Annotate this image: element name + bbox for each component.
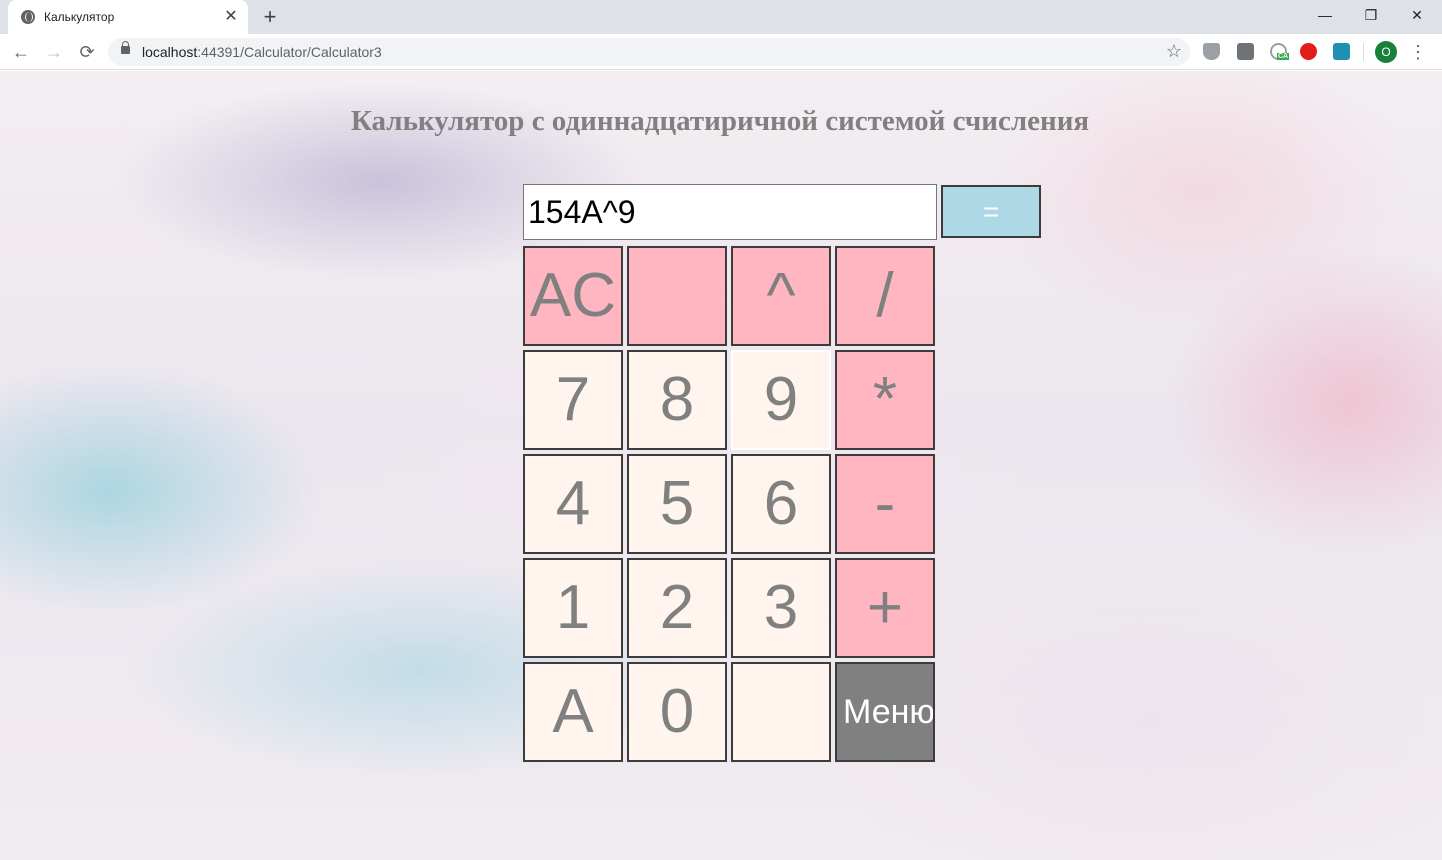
browser-tabbar: Калькулятор ✕ + — ❐ ✕: [0, 0, 1442, 34]
ca-extension-icon[interactable]: CA: [1270, 43, 1290, 60]
key-a[interactable]: A: [523, 662, 623, 762]
key-plus[interactable]: +: [835, 558, 935, 658]
teal-extension-icon[interactable]: [1333, 43, 1350, 60]
key-7[interactable]: 7: [523, 350, 623, 450]
key-6[interactable]: 6: [731, 454, 831, 554]
key-blank[interactable]: [627, 246, 727, 346]
toolbar-divider: [1363, 43, 1364, 61]
key-clear[interactable]: AC: [523, 246, 623, 346]
key-minus[interactable]: -: [835, 454, 935, 554]
forward-button[interactable]: →: [41, 39, 67, 65]
minimize-button[interactable]: —: [1302, 0, 1348, 30]
key-1[interactable]: 1: [523, 558, 623, 658]
calculator-display[interactable]: [523, 184, 937, 240]
page-title: Калькулятор с одиннадцатиричной системой…: [350, 105, 1090, 137]
key-0[interactable]: 0: [627, 662, 727, 762]
browser-menu-icon[interactable]: ⋮: [1408, 41, 1428, 63]
menu-button[interactable]: Меню: [835, 662, 935, 762]
globe-icon: [21, 10, 35, 24]
key-multiply[interactable]: *: [835, 350, 935, 450]
restore-button[interactable]: ❐: [1348, 0, 1394, 30]
bag-extension-icon[interactable]: [1237, 43, 1254, 60]
key-2[interactable]: 2: [627, 558, 727, 658]
browser-toolbar: ← → ⟳ localhost:44391/Calculator/Calcula…: [0, 34, 1442, 70]
shield-extension-icon[interactable]: [1203, 43, 1220, 60]
red-extension-icon[interactable]: [1300, 43, 1317, 60]
key-9[interactable]: 9: [731, 350, 831, 450]
address-bar[interactable]: localhost:44391/Calculator/Calculator3 ☆: [108, 38, 1190, 66]
key-5[interactable]: 5: [627, 454, 727, 554]
page-viewport: Калькулятор с одиннадцатиричной системой…: [0, 71, 1442, 860]
lock-icon[interactable]: [121, 41, 130, 54]
tab-title: Калькулятор: [44, 10, 115, 24]
browser-tab[interactable]: Калькулятор ✕: [8, 0, 248, 34]
back-button[interactable]: ←: [8, 39, 34, 65]
key-4[interactable]: 4: [523, 454, 623, 554]
key-empty[interactable]: [731, 662, 831, 762]
equals-button[interactable]: =: [941, 185, 1041, 238]
window-close-button[interactable]: ✕: [1394, 0, 1440, 30]
url-host: localhost: [142, 44, 198, 60]
reload-button[interactable]: ⟳: [74, 39, 100, 65]
key-divide[interactable]: /: [835, 246, 935, 346]
new-tab-button[interactable]: +: [258, 5, 282, 29]
ca-badge: CA: [1277, 53, 1290, 60]
url-path: :44391/Calculator/Calculator3: [197, 44, 382, 60]
tab-close-icon[interactable]: ✕: [222, 8, 240, 26]
profile-avatar[interactable]: O: [1375, 41, 1397, 63]
key-3[interactable]: 3: [731, 558, 831, 658]
key-power[interactable]: ^: [731, 246, 831, 346]
url-text[interactable]: localhost:44391/Calculator/Calculator3: [142, 44, 382, 60]
bookmark-star-icon[interactable]: ☆: [1166, 41, 1182, 62]
key-8[interactable]: 8: [627, 350, 727, 450]
